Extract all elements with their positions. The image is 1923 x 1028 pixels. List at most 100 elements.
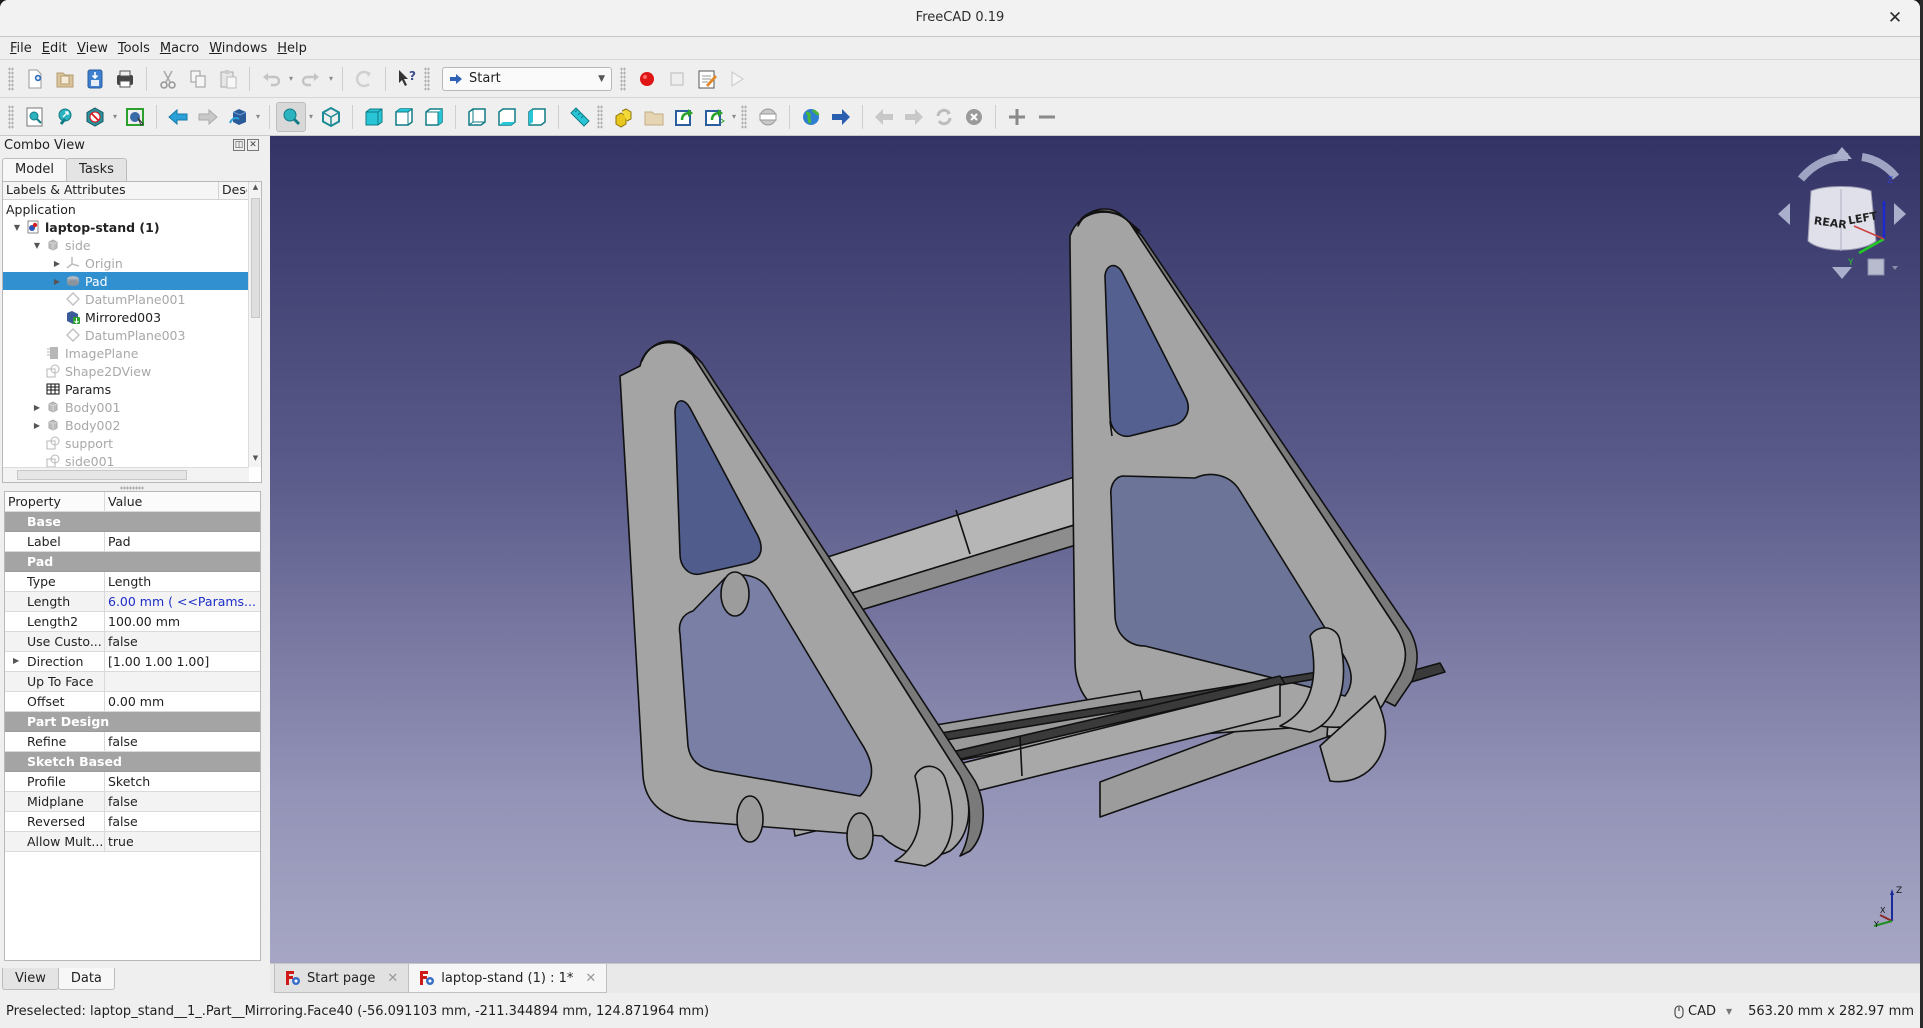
nav-down-icon[interactable] [1832,267,1852,279]
link-actions-button[interactable] [699,102,729,132]
web-browser-button[interactable] [796,102,826,132]
web-refresh-button[interactable] [929,102,959,132]
isometric-button[interactable] [276,101,306,132]
tree-item-laptop-stand-1[interactable]: ▼ laptop-stand (1) [3,218,248,236]
tree-item-shape2dview[interactable]: Shape2DView [3,362,248,380]
property-row-label[interactable]: Label Pad [5,532,260,552]
property-value[interactable]: Pad [105,532,260,551]
property-value[interactable]: false [105,732,260,751]
tree-item-body001[interactable]: ▶ Body001 [3,398,248,416]
expand-arrow-icon[interactable]: ▶ [13,656,19,665]
property-row-use-custo[interactable]: Use Custo... false [5,632,260,652]
toolbar-grip[interactable] [8,104,14,129]
property-row-type[interactable]: Type Length [5,572,260,592]
zoom-out-button[interactable] [1032,102,1062,132]
macro-stop-button[interactable] [662,64,692,94]
tree-item-side[interactable]: ▼ side [3,236,248,254]
property-value[interactable]: Sketch [105,772,260,791]
close-panel-button[interactable]: ✕ [247,139,259,151]
close-tab-icon[interactable]: ✕ [387,971,398,986]
property-value[interactable]: Length [105,572,260,591]
copy-button[interactable] [183,64,213,94]
property-row-reversed[interactable]: Reversed false [5,812,260,832]
float-panel-button[interactable]: ◫ [233,139,245,151]
create-group-button[interactable] [639,102,669,132]
view-dropdown[interactable]: ▾ [306,112,316,121]
property-value[interactable]: false [105,812,260,831]
scroll-down-icon[interactable]: ▼ [249,454,261,466]
scrollbar-thumb[interactable] [17,470,187,480]
property-row-profile[interactable]: Profile Sketch [5,772,260,792]
clipping-plane-button[interactable] [753,102,783,132]
property-group-base[interactable]: Base [5,512,260,532]
menu-windows[interactable]: Windows [205,41,273,56]
navigation-style-selector[interactable]: CAD ▼ [1674,1004,1732,1019]
cut-button[interactable] [153,64,183,94]
tree-item-datumplane003[interactable]: DatumPlane003 [3,326,248,344]
link-actions-dropdown[interactable]: ▾ [729,112,739,121]
menu-edit[interactable]: Edit [38,41,73,56]
front-view-button[interactable] [359,102,389,132]
tab-data[interactable]: Data [57,968,115,990]
fit-all-button[interactable] [20,102,50,132]
right-view-button[interactable] [419,102,449,132]
undo-dropdown[interactable]: ▾ [286,74,296,83]
back-button[interactable] [163,102,193,132]
collapse-arrow-icon[interactable]: ▼ [12,223,22,232]
bottom-view-button[interactable] [492,102,522,132]
draw-style-button[interactable] [80,102,110,132]
menu-help[interactable]: Help [273,41,313,56]
axonometric-button[interactable] [316,102,346,132]
property-value[interactable]: [1.00 1.00 1.00] [105,652,260,671]
forward-button[interactable] [193,102,223,132]
doc-tab-start-page[interactable]: Start page ✕ [274,964,410,993]
scroll-up-icon[interactable]: ▲ [249,183,261,195]
property-row-length2[interactable]: Length2 100.00 mm [5,612,260,632]
property-value[interactable] [105,672,260,691]
property-row-offset[interactable]: Offset 0.00 mm [5,692,260,712]
property-row-refine[interactable]: Refine false [5,732,260,752]
toolbar-grip[interactable] [424,66,430,91]
web-next-button[interactable] [899,102,929,132]
collapse-arrow-icon[interactable]: ▼ [32,241,42,250]
navigation-cube[interactable]: REAR LEFT Z Y [1756,141,1916,286]
panel-splitter[interactable] [120,486,144,490]
toolbar-grip[interactable] [8,66,14,91]
tree-item-body002[interactable]: ▶ Body002 [3,416,248,434]
toolbar-grip[interactable] [620,66,626,91]
view-menu-cube[interactable] [1867,258,1885,276]
tree-item-imageplane[interactable]: ImagePlane [3,344,248,362]
create-part-button[interactable] [609,102,639,132]
nav-right-icon[interactable] [1894,203,1906,225]
macro-record-button[interactable] [632,64,662,94]
menu-file[interactable]: File [6,41,38,56]
whats-this-button[interactable]: ? [392,64,422,94]
menu-view[interactable]: View [73,41,114,56]
property-value[interactable]: 6.00 mm ( <<Params... [105,592,260,611]
macro-edit-button[interactable] [692,64,722,94]
labels-column-header[interactable]: Labels & Attributes [3,182,219,199]
paste-button[interactable] [213,64,243,94]
toolbar-grip[interactable] [741,104,747,129]
toolbar-grip[interactable] [597,104,603,129]
save-button[interactable] [80,64,110,94]
tree-vertical-scrollbar[interactable]: ▲ ▼ [248,182,261,467]
tab-tasks[interactable]: Tasks [66,158,127,182]
zoom-in-button[interactable] [1002,102,1032,132]
property-value[interactable]: false [105,632,260,651]
left-view-button[interactable] [522,102,552,132]
scrollbar-thumb[interactable] [251,198,260,318]
tree-item-pad[interactable]: ▶ Pad [3,272,248,290]
make-link-button[interactable] [669,102,699,132]
expand-arrow-icon[interactable]: ▶ [32,403,42,412]
tree-item-datumplane001[interactable]: DatumPlane001 [3,290,248,308]
tree-item-origin[interactable]: ▶ Origin [3,254,248,272]
property-value[interactable]: 100.00 mm [105,612,260,631]
web-forward-button[interactable] [826,102,856,132]
model-tree[interactable]: Labels & Attributes Desc Application▼lap… [2,181,262,483]
property-group-part-design[interactable]: Part Design [5,712,260,732]
open-button[interactable] [50,64,80,94]
redo-button[interactable] [296,64,326,94]
fit-selection-button[interactable] [50,102,80,132]
property-group-sketch-based[interactable]: Sketch Based [5,752,260,772]
